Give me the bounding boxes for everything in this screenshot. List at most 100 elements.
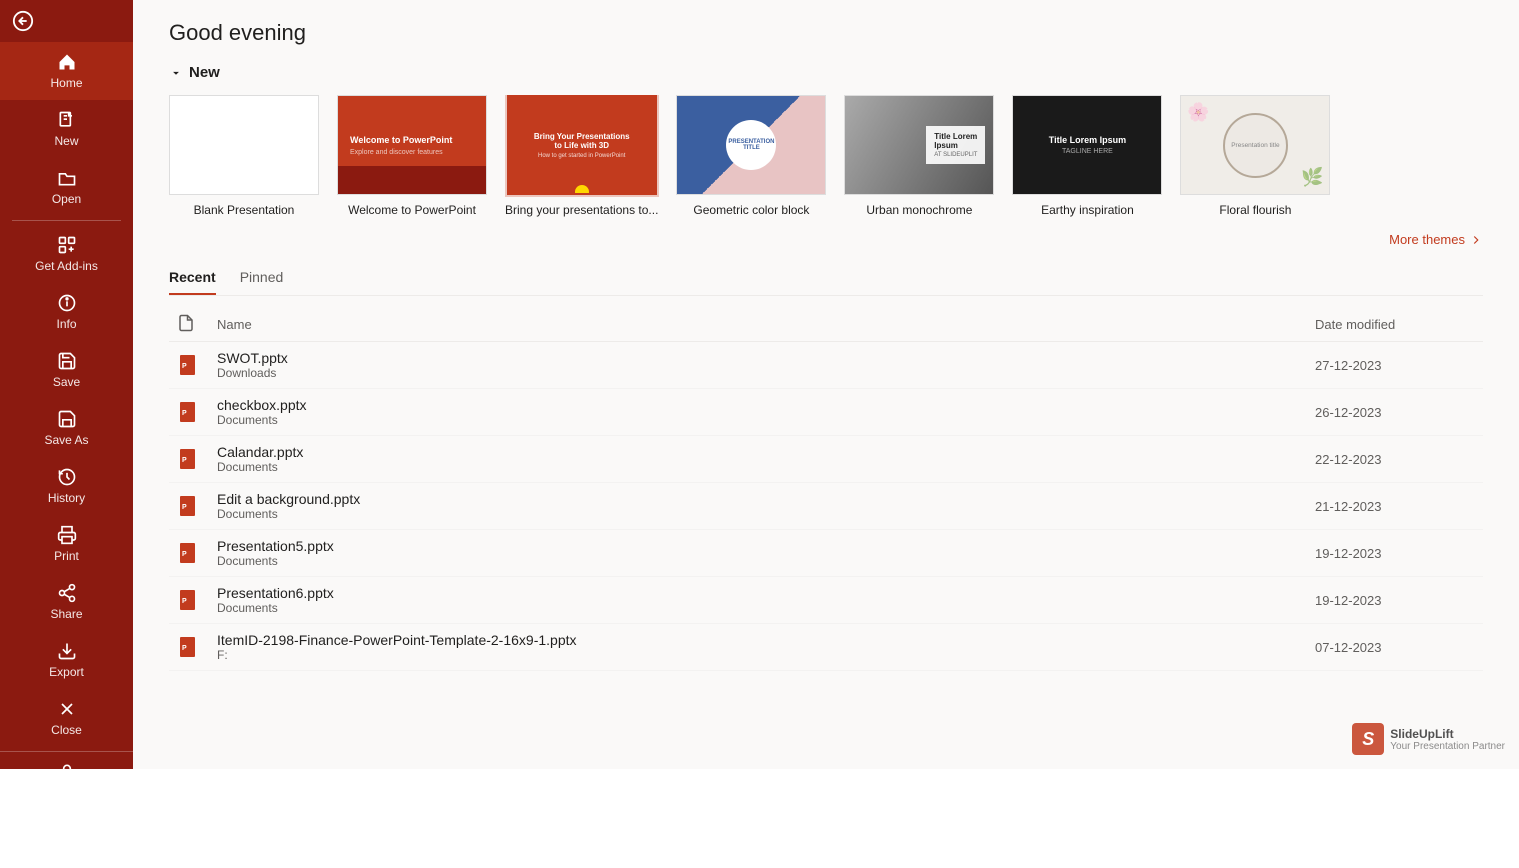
tab-pinned[interactable]: Pinned [240, 269, 284, 295]
sidebar-item-print[interactable]: Print [0, 515, 133, 573]
save-as-icon [57, 409, 77, 429]
sidebar-item-print-label: Print [54, 549, 79, 563]
template-urban-name: Urban monochrome [866, 203, 972, 217]
header-icon-col [177, 314, 217, 335]
greeting-heading: Good evening [169, 20, 1483, 46]
sidebar-item-history-label: History [48, 491, 85, 505]
file-name: Calandar.pptx [217, 444, 1315, 460]
template-bring[interactable]: Bring Your Presentationsto Life with 3D … [505, 95, 658, 217]
header-date-col: Date modified [1315, 317, 1475, 332]
template-blank-name: Blank Presentation [194, 203, 295, 217]
template-thumb-blank [169, 95, 319, 195]
sidebar-item-get-add-ins[interactable]: Get Add-ins [0, 225, 133, 283]
file-row[interactable]: P checkbox.pptx Documents 26-12-2023 [169, 389, 1483, 436]
file-info: Calandar.pptx Documents [217, 444, 1315, 474]
file-name: SWOT.pptx [217, 350, 1315, 366]
file-rows-container: P SWOT.pptx Downloads 27-12-2023 P check… [169, 342, 1483, 671]
sidebar-item-feedback[interactable]: Feedback [0, 810, 133, 868]
watermark-tagline: Your Presentation Partner [1390, 741, 1505, 752]
file-date: 19-12-2023 [1315, 546, 1475, 561]
sidebar-item-save[interactable]: Save [0, 341, 133, 399]
file-name: Presentation5.pptx [217, 538, 1315, 554]
sidebar-item-home[interactable]: Home [0, 42, 133, 100]
file-location: Documents [217, 554, 1315, 568]
sidebar-item-info[interactable]: Info [0, 283, 133, 341]
file-date: 07-12-2023 [1315, 640, 1475, 655]
svg-text:P: P [182, 363, 187, 370]
sidebar-item-close[interactable]: Close [0, 689, 133, 747]
sidebar-item-account-label: Account [45, 786, 88, 800]
file-row[interactable]: P Calandar.pptx Documents 22-12-2023 [169, 436, 1483, 483]
sidebar-item-home-label: Home [50, 76, 82, 90]
sidebar-item-feedback-label: Feedback [40, 844, 93, 858]
template-blank[interactable]: Blank Presentation [169, 95, 319, 217]
sidebar-item-share-label: Share [50, 607, 82, 621]
template-earthy-name: Earthy inspiration [1041, 203, 1134, 217]
new-section-toggle[interactable]: New [169, 64, 1483, 81]
back-button[interactable] [0, 0, 133, 42]
file-icon: P [177, 400, 217, 424]
file-location: Documents [217, 507, 1315, 521]
info-icon [57, 293, 77, 313]
template-thumb-geo: PRESENTATIONTITLE [676, 95, 826, 195]
file-list: Name Date modified P SWOT.pptx Downloads… [169, 308, 1483, 671]
template-thumb-floral: Presentation title 🌸 🌿 [1180, 95, 1330, 195]
template-geo-name: Geometric color block [693, 203, 809, 217]
template-floral-name: Floral flourish [1219, 203, 1291, 217]
file-row[interactable]: P ItemID-2198-Finance-PowerPoint-Templat… [169, 624, 1483, 671]
file-location: Documents [217, 460, 1315, 474]
file-info: Presentation6.pptx Documents [217, 585, 1315, 615]
home-icon [57, 52, 77, 72]
file-info: Edit a background.pptx Documents [217, 491, 1315, 521]
close-icon [57, 699, 77, 719]
template-welcome[interactable]: Welcome to PowerPoint Explore and discov… [337, 95, 487, 217]
file-name: checkbox.pptx [217, 397, 1315, 413]
share-icon [57, 583, 77, 603]
sidebar-item-share[interactable]: Share [0, 573, 133, 631]
new-icon [57, 110, 77, 130]
file-list-header: Name Date modified [169, 308, 1483, 342]
file-date: 19-12-2023 [1315, 593, 1475, 608]
more-themes-link[interactable]: More themes [1389, 232, 1483, 247]
file-row[interactable]: P Presentation5.pptx Documents 19-12-202… [169, 530, 1483, 577]
export-icon [57, 641, 77, 661]
file-row[interactable]: P Edit a background.pptx Documents 21-12… [169, 483, 1483, 530]
sidebar-item-history[interactable]: History [0, 457, 133, 515]
tabs-row: Recent Pinned [169, 269, 1483, 296]
sidebar-item-open[interactable]: Open [0, 158, 133, 216]
sidebar-item-open-label: Open [52, 192, 81, 206]
sidebar-item-new[interactable]: New [0, 100, 133, 158]
template-bring-name: Bring your presentations to... [505, 203, 658, 217]
file-row[interactable]: P Presentation6.pptx Documents 19-12-202… [169, 577, 1483, 624]
header-name-col: Name [217, 317, 1315, 332]
template-thumb-urban: Title LoremIpsum AT SLIDEUPLIT [844, 95, 994, 195]
sidebar-item-account[interactable]: Account [0, 752, 133, 810]
more-themes-row: More themes [169, 231, 1483, 249]
svg-text:P: P [182, 645, 187, 652]
file-info: Presentation5.pptx Documents [217, 538, 1315, 568]
main-content: Good evening New Blank Presentation Welc… [133, 0, 1519, 769]
template-geo[interactable]: PRESENTATIONTITLE Geometric color block [676, 95, 826, 217]
file-location: Downloads [217, 366, 1315, 380]
sidebar-item-export[interactable]: Export [0, 631, 133, 689]
template-earthy[interactable]: Title Lorem IpsumTAGLINE HERE Earthy ins… [1012, 95, 1162, 217]
template-welcome-name: Welcome to PowerPoint [348, 203, 476, 217]
svg-text:P: P [182, 551, 187, 558]
sidebar-item-save-label: Save [53, 375, 80, 389]
template-urban[interactable]: Title LoremIpsum AT SLIDEUPLIT Urban mon… [844, 95, 994, 217]
tab-recent[interactable]: Recent [169, 269, 216, 295]
svg-text:P: P [182, 598, 187, 605]
file-icon: P [177, 494, 217, 518]
file-name: Presentation6.pptx [217, 585, 1315, 601]
save-icon [57, 351, 77, 371]
feedback-icon [57, 820, 77, 840]
template-thumb-bring: Bring Your Presentationsto Life with 3D … [507, 95, 657, 195]
file-row[interactable]: P SWOT.pptx Downloads 27-12-2023 [169, 342, 1483, 389]
file-icon: P [177, 588, 217, 612]
svg-text:P: P [182, 457, 187, 464]
file-info: SWOT.pptx Downloads [217, 350, 1315, 380]
template-floral[interactable]: Presentation title 🌸 🌿 Floral flourish [1180, 95, 1330, 217]
sidebar-item-save-as[interactable]: Save As [0, 399, 133, 457]
file-icon: P [177, 353, 217, 377]
svg-text:P: P [182, 410, 187, 417]
